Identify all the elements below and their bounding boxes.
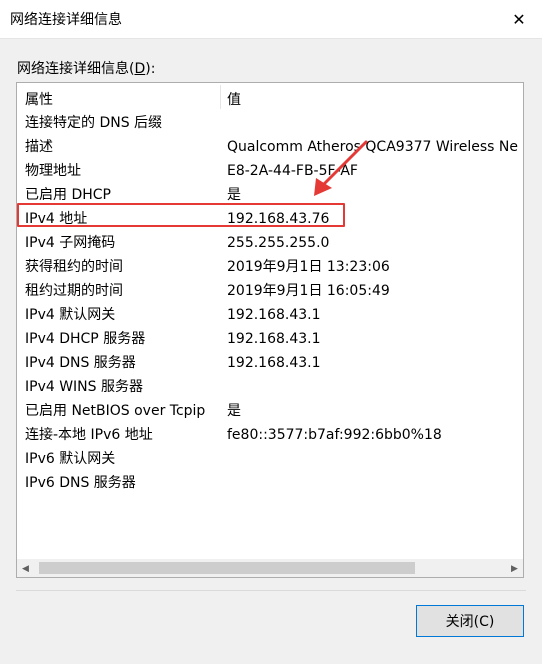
property-name: 物理地址 xyxy=(25,163,81,179)
property-value: 192.168.43.1 xyxy=(227,355,321,371)
window-title: 网络连接详细信息 xyxy=(10,12,122,28)
list-item[interactable]: IPv6 默认网关 xyxy=(17,447,523,471)
list-rows: 连接特定的 DNS 后缀 描述 Qualcomm Atheros QCA9377 W… xyxy=(17,111,523,495)
property-name: 连接特定的 DNS 后缀 xyxy=(25,115,163,131)
group-label-accel: D xyxy=(134,61,146,77)
property-value: 192.168.43.1 xyxy=(227,307,321,323)
property-name: IPv4 DHCP 服务器 xyxy=(25,331,146,347)
list-item[interactable]: IPv4 DHCP 服务器 192.168.43.1 xyxy=(17,327,523,351)
scrollbar-thumb[interactable] xyxy=(39,562,415,574)
column-divider[interactable] xyxy=(220,85,221,109)
list-item[interactable]: 已启用 NetBIOS over Tcpip 是 xyxy=(17,399,523,423)
scroll-left-icon[interactable]: ◀ xyxy=(17,560,34,577)
property-name: IPv6 默认网关 xyxy=(25,451,116,467)
column-header-property[interactable]: 属性 xyxy=(25,89,53,109)
property-name: 获得租约的时间 xyxy=(25,259,123,275)
property-value: E8-2A-44-FB-5F-AF xyxy=(227,163,358,179)
list-item[interactable]: 获得租约的时间 2019年9月1日 13:23:06 xyxy=(17,255,523,279)
property-name: 连接-本地 IPv6 地址 xyxy=(25,427,153,443)
list-item[interactable]: IPv6 DNS 服务器 xyxy=(17,471,523,495)
scroll-right-icon[interactable]: ▶ xyxy=(506,560,523,577)
list-item[interactable]: IPv4 默认网关 192.168.43.1 xyxy=(17,303,523,327)
group-label-text: 网络连接详细信息( xyxy=(17,61,135,77)
highlight-box xyxy=(17,203,345,227)
list-item[interactable]: 物理地址 E8-2A-44-FB-5F-AF xyxy=(17,159,523,183)
property-name: IPv6 DNS 服务器 xyxy=(25,475,136,491)
property-name: 描述 xyxy=(25,139,53,155)
property-value: 2019年9月1日 13:23:06 xyxy=(227,259,390,275)
property-value: fe80::3577:b7af:992:6bb0%18 xyxy=(227,427,442,443)
property-value: 192.168.43.1 xyxy=(227,331,321,347)
close-icon: ✕ xyxy=(512,9,526,29)
list-item[interactable]: IPv4 子网掩码 255.255.255.0 xyxy=(17,231,523,255)
details-group-label: 网络连接详细信息(D): xyxy=(17,58,155,78)
title-bar: 网络连接详细信息 ✕ xyxy=(0,0,542,39)
details-list[interactable]: 属性 值 连接特定的 DNS 后缀 描述 Qualcomm Atheros QCA9… xyxy=(16,82,524,578)
property-name: IPv4 DNS 服务器 xyxy=(25,355,136,371)
list-item[interactable]: 连接-本地 IPv6 地址 fe80::3577:b7af:992:6bb0%18 xyxy=(17,423,523,447)
property-name: IPv4 子网掩码 xyxy=(25,235,116,251)
property-name: 已启用 NetBIOS over Tcpip xyxy=(25,403,206,419)
horizontal-scrollbar[interactable]: ◀ ▶ xyxy=(17,559,523,577)
group-label-end: ): xyxy=(145,61,156,77)
list-header: 属性 值 xyxy=(17,83,523,111)
property-value: 255.255.255.0 xyxy=(227,235,330,251)
property-value: 2019年9月1日 16:05:49 xyxy=(227,283,390,299)
property-name: IPv4 默认网关 xyxy=(25,307,116,323)
close-button[interactable]: 关闭(C) xyxy=(416,605,524,637)
column-header-value[interactable]: 值 xyxy=(227,89,241,109)
divider xyxy=(16,590,526,591)
property-name: 租约过期的时间 xyxy=(25,283,123,299)
list-item[interactable]: 描述 Qualcomm Atheros QCA9377 Wireless Ne xyxy=(17,135,523,159)
list-item[interactable]: 连接特定的 DNS 后缀 xyxy=(17,111,523,135)
list-item[interactable]: 租约过期的时间 2019年9月1日 16:05:49 xyxy=(17,279,523,303)
property-name: IPv4 WINS 服务器 xyxy=(25,379,143,395)
list-item[interactable]: IPv4 WINS 服务器 xyxy=(17,375,523,399)
property-value: Qualcomm Atheros QCA9377 Wireless Ne xyxy=(227,139,518,155)
close-window-button[interactable]: ✕ xyxy=(496,0,542,38)
property-value: 是 xyxy=(227,403,241,419)
list-item[interactable]: IPv4 DNS 服务器 192.168.43.1 xyxy=(17,351,523,375)
